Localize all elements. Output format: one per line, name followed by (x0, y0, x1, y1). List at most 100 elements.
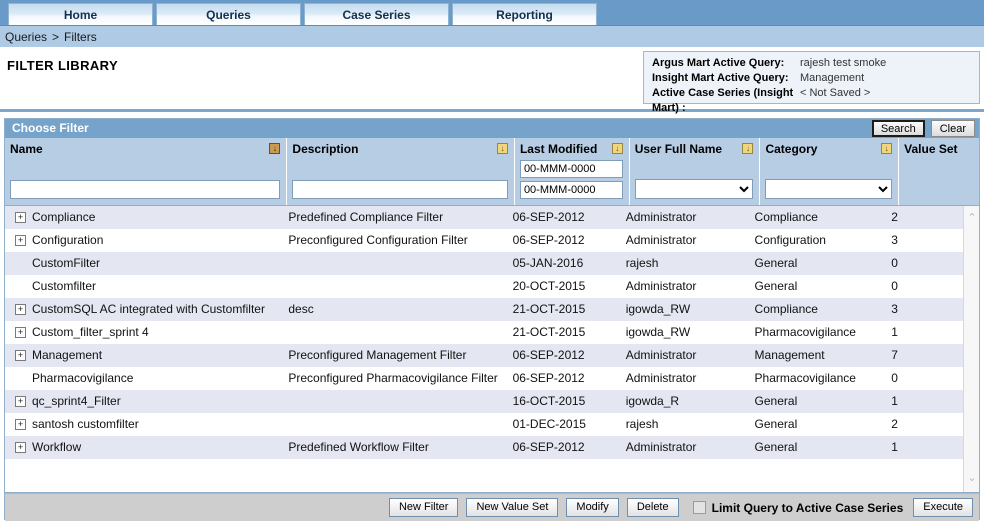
expand-plus-icon[interactable]: + (15, 304, 26, 315)
nav-tab-home-label: Home (63, 7, 98, 22)
nav-tab-queries[interactable]: Queries (156, 3, 301, 25)
cell-description: Predefined Workflow Filter (288, 440, 429, 454)
sort-down-icon-description[interactable]: ↓ (496, 143, 508, 154)
expand-plus-icon[interactable]: + (15, 327, 26, 338)
title-strip: FILTER LIBRARY Argus Mart Active Query: … (0, 48, 984, 114)
breadcrumb: Queries > Filters (0, 26, 984, 48)
table-row[interactable]: + Workflow Predefined Workflow Filter 06-SE… (5, 436, 965, 459)
cell-name-label: CustomSQL AC integrated with Customfilte… (32, 302, 265, 316)
info-value-argus-mart: rajesh test smoke (800, 57, 887, 69)
cell-description: Predefined Compliance Filter (288, 210, 444, 224)
expand-plus-icon[interactable]: + (15, 212, 26, 223)
filter-library-page: Home Queries Case Series Reporting Queri… (0, 0, 984, 524)
date-to-input[interactable] (519, 181, 623, 199)
cell-category: General (754, 256, 798, 270)
nav-tab-reporting-label: Reporting (496, 7, 553, 22)
limit-query-checkbox-group: Limit Query to Active Case Series (692, 500, 904, 515)
cell-last-modified: 21-OCT-2015 (512, 325, 586, 339)
cell-category: Management (754, 348, 825, 362)
scroll-down-icon[interactable]: ⌄ (964, 470, 979, 486)
new-value-set-button[interactable]: New Value Set (466, 498, 559, 517)
search-button[interactable]: Search (871, 120, 925, 137)
breadcrumb-parent[interactable]: Queries (5, 30, 47, 44)
cell-last-modified: 06-SEP-2012 (512, 210, 585, 224)
cell-name-label: Management (32, 348, 103, 362)
sort-down-icon-user-full-name[interactable]: ↓ (742, 143, 754, 154)
cell-value-set: 2 (891, 210, 898, 224)
execute-button[interactable]: Execute (913, 498, 973, 517)
info-row-active-case-series: Active Case Series (Insight Mart) : < No… (652, 86, 973, 116)
limit-query-checkbox[interactable] (692, 501, 706, 514)
filter-grid-body: + Compliance Predefined Compliance Filter 0… (5, 206, 965, 459)
cell-name: + Configuration (5, 229, 283, 252)
cell-category: General (754, 417, 798, 431)
main-navigation: Home Queries Case Series Reporting (0, 0, 984, 26)
info-row-argus-mart: Argus Mart Active Query: rajesh test smo… (652, 56, 973, 71)
breadcrumb-current: Filters (64, 29, 97, 44)
description-filter-input[interactable] (292, 180, 508, 199)
column-header-name: Name ↓ (5, 138, 288, 205)
table-row[interactable]: Pharmacovigilance Preconfigured Pharmacov… (5, 367, 965, 390)
cell-name: + santosh customfilter (5, 413, 283, 436)
column-header-value-set: Value Set (899, 138, 979, 205)
cell-name-label: CustomFilter (32, 256, 101, 270)
cell-name-label: qc_sprint4_Filter (32, 394, 121, 408)
cell-name-label: Compliance (32, 210, 96, 224)
expand-plus-icon[interactable]: + (15, 442, 26, 453)
expand-plus-icon[interactable]: + (15, 235, 26, 246)
nav-tab-reporting[interactable]: Reporting (452, 3, 597, 25)
table-row[interactable]: + santosh customfilter 01-DEC-2015 rajesh Ge… (5, 413, 965, 436)
panel-header-buttons: Search Clear (871, 120, 975, 137)
cell-last-modified: 06-SEP-2012 (512, 371, 585, 385)
new-filter-button[interactable]: New Filter (388, 498, 459, 517)
cell-description (283, 321, 507, 344)
cell-value-set: 2 (891, 417, 898, 431)
nav-tab-queries-label: Queries (206, 7, 251, 22)
name-filter-input[interactable] (10, 180, 281, 199)
clear-button[interactable]: Clear (930, 120, 975, 137)
expand-plus-icon[interactable]: + (15, 396, 26, 407)
nav-tab-home[interactable]: Home (8, 3, 153, 25)
column-title-last-modified: Last Modified (519, 142, 598, 156)
scroll-up-icon[interactable]: ⌃ (964, 210, 979, 226)
cell-value-set: 0 (891, 256, 898, 270)
cell-value-set: 1 (891, 440, 898, 454)
table-row[interactable]: + CustomSQL AC integrated with Customfilt… (5, 298, 965, 321)
cell-name-label: Custom_filter_sprint 4 (32, 325, 149, 339)
cell-value-set: 3 (891, 302, 898, 316)
sort-down-icon-category[interactable]: ↓ (881, 143, 893, 154)
table-row[interactable]: + Management Preconfigured Management Filt… (5, 344, 965, 367)
table-row[interactable]: + Compliance Predefined Compliance Filter 0… (5, 206, 965, 229)
sort-down-icon-name[interactable]: ↓ (269, 143, 281, 154)
choose-filter-header-label: Choose Filter (12, 121, 89, 135)
category-select[interactable] (765, 179, 893, 199)
sort-down-icon-last-modified[interactable]: ↓ (611, 143, 623, 154)
expand-plus-icon[interactable]: + (15, 350, 26, 361)
grid-vertical-scrollbar[interactable]: ⌃ ⌄ (963, 206, 979, 492)
table-row[interactable]: + qc_sprint4_Filter 16-OCT-2015 igowda_R Gen… (5, 390, 965, 413)
limit-query-checkbox-label: Limit Query to Active Case Series (711, 500, 904, 515)
table-row[interactable]: + Configuration Preconfigured Configuratio… (5, 229, 965, 252)
modify-button[interactable]: Modify (566, 498, 619, 517)
cell-name: + qc_sprint4_Filter (5, 390, 283, 413)
date-from-input[interactable] (519, 160, 623, 178)
cell-name: Customfilter (5, 275, 283, 298)
nav-tab-case-series[interactable]: Case Series (304, 3, 449, 25)
user-full-name-select[interactable] (634, 179, 754, 199)
cell-category: Configuration (754, 233, 826, 247)
cell-name: + Management (5, 344, 283, 367)
table-row[interactable]: Customfilter 20-OCT-2015 Administrator Gene… (5, 275, 965, 298)
info-label-insight-mart: Insight Mart Active Query: (652, 72, 789, 84)
expand-plus-icon[interactable]: + (15, 419, 26, 430)
active-query-info-box: Argus Mart Active Query: rajesh test smo… (643, 51, 980, 114)
cell-value-set: 0 (891, 371, 898, 385)
cell-user-full-name: Administrator (625, 371, 697, 385)
cell-description (283, 275, 507, 298)
cell-value-set: 7 (891, 348, 898, 362)
delete-button[interactable]: Delete (626, 498, 679, 517)
table-row[interactable]: + Custom_filter_sprint 4 21-OCT-2015 igowda… (5, 321, 965, 344)
cell-description (283, 413, 507, 436)
cell-user-full-name: Administrator (625, 279, 697, 293)
table-row[interactable]: CustomFilter 05-JAN-2016 rajesh General 0 (5, 252, 965, 275)
cell-name: + Custom_filter_sprint 4 (5, 321, 283, 344)
